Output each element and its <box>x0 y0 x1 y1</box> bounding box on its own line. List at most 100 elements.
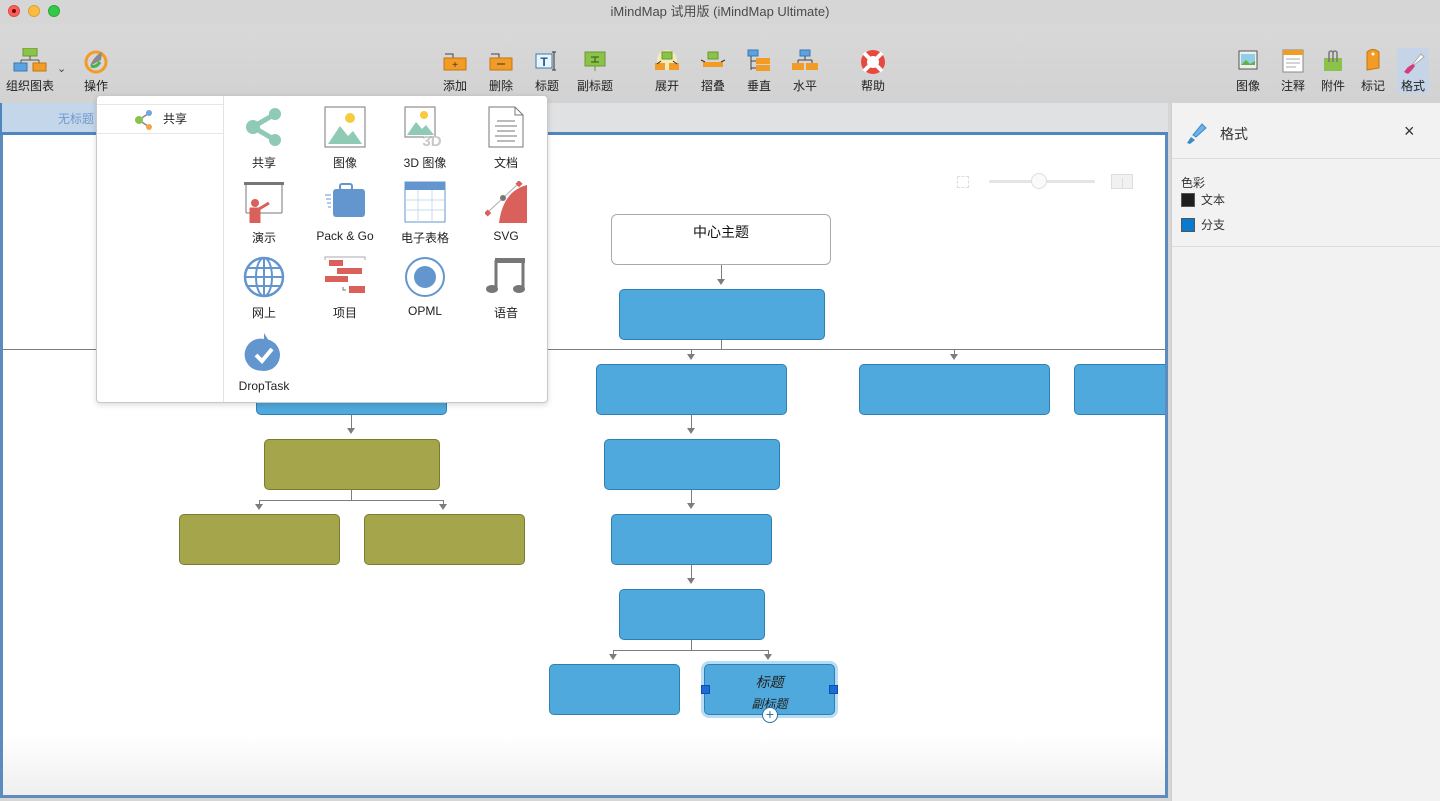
color-section: 色彩 文本 分支 <box>1172 159 1440 247</box>
connector <box>351 490 352 500</box>
branch-node[interactable] <box>619 589 765 640</box>
opml-icon <box>404 256 446 298</box>
music-note-icon <box>485 256 527 298</box>
branch-node[interactable] <box>859 364 1050 415</box>
connector <box>721 340 722 349</box>
help-button[interactable]: 帮助 <box>859 48 887 94</box>
format-panel-title: 格式 <box>1220 126 1248 142</box>
horizontal-layout-button[interactable]: 水平 <box>791 48 819 94</box>
add-button[interactable]: + 添加 <box>441 48 469 94</box>
share-item-svg[interactable]: SVG <box>466 180 546 243</box>
spreadsheet-icon <box>404 181 446 223</box>
globe-icon <box>243 256 285 298</box>
collapse-button[interactable]: 摺叠 <box>699 48 727 94</box>
share-item-droptask[interactable]: DropTask <box>224 331 304 393</box>
document-tab[interactable]: 无标题 <box>0 103 100 132</box>
branch-node[interactable] <box>604 439 780 490</box>
delete-branch-icon <box>487 48 515 74</box>
central-topic-node[interactable]: 中心主题 <box>611 214 831 265</box>
share-item-image[interactable]: 图像 <box>305 106 385 171</box>
add-child-icon[interactable]: + <box>762 707 778 723</box>
text-color-row[interactable]: 文本 <box>1181 191 1225 208</box>
minimize-window-button[interactable] <box>28 5 40 17</box>
markers-button[interactable]: 标记 <box>1359 48 1387 94</box>
branch-node-olive[interactable] <box>364 514 525 565</box>
text-color-swatch[interactable] <box>1181 193 1195 207</box>
resize-handle-left[interactable] <box>701 685 710 694</box>
notes-icon <box>1279 48 1307 74</box>
branch-node[interactable] <box>549 664 680 715</box>
svg-text:T: T <box>540 55 548 69</box>
title-button[interactable]: T 标题 <box>533 48 561 94</box>
connector <box>691 640 692 650</box>
share-item-pack-go[interactable]: Pack & Go <box>305 181 385 243</box>
share-item-spreadsheet[interactable]: 电子表格 <box>385 181 465 246</box>
vertical-layout-button[interactable]: 垂直 <box>745 48 773 94</box>
share-item-web[interactable]: 网上 <box>224 256 304 321</box>
notes-button[interactable]: 注释 <box>1279 48 1307 94</box>
format-button[interactable]: 格式 <box>1397 48 1429 94</box>
connector <box>691 415 692 429</box>
arrow-icon <box>609 654 617 660</box>
org-chart-button[interactable]: 组织图表 <box>6 47 55 94</box>
fit-to-screen-icon[interactable] <box>957 176 969 188</box>
close-window-button[interactable] <box>8 5 20 17</box>
branch-node[interactable] <box>619 289 825 340</box>
rocket-icon <box>82 48 110 74</box>
expand-button[interactable]: 展开 <box>653 48 681 94</box>
share-popover: 共享 共享 图像 3D 3D 图像 文档 演示 Pack & Go 电子表格 S… <box>96 95 548 403</box>
arrow-icon <box>687 503 695 509</box>
connector <box>351 415 352 429</box>
share-item-document[interactable]: 文档 <box>466 106 546 171</box>
arrow-icon <box>687 578 695 584</box>
connector <box>691 490 692 504</box>
branch-color-swatch[interactable] <box>1181 218 1195 232</box>
branch-node-olive[interactable] <box>179 514 340 565</box>
share-item-presentation[interactable]: 演示 <box>224 181 304 246</box>
arrow-icon <box>347 428 355 434</box>
arrow-icon <box>764 654 772 660</box>
org-chart-label: 组织图表 <box>6 79 55 93</box>
share-item-audio[interactable]: 语音 <box>466 256 546 321</box>
delete-button[interactable]: 删除 <box>487 48 515 94</box>
share-item-opml[interactable]: OPML <box>385 256 465 318</box>
share-item-project[interactable]: 项目 <box>305 256 385 321</box>
subtitle-button[interactable]: 副标题 <box>577 48 613 94</box>
share-item-3d-image[interactable]: 3D 3D 图像 <box>385 106 465 171</box>
maximize-window-button[interactable] <box>48 5 60 17</box>
gantt-icon <box>324 256 366 298</box>
share-category-item[interactable]: 共享 <box>97 104 223 134</box>
expand-icon <box>653 48 681 74</box>
branch-node[interactable] <box>611 514 772 565</box>
actions-button[interactable]: 操作 <box>82 48 110 94</box>
org-chart-icon <box>13 47 47 74</box>
arrow-icon <box>717 279 725 285</box>
share-category-list: 共享 <box>97 96 224 402</box>
layout-toggle-icon[interactable] <box>1111 174 1133 189</box>
node-title: 标题 <box>755 674 784 690</box>
share-item-share[interactable]: 共享 <box>224 106 304 171</box>
title-text-icon: T <box>533 48 561 74</box>
branch-color-row[interactable]: 分支 <box>1181 216 1225 233</box>
arrow-icon <box>687 354 695 360</box>
selected-branch-node[interactable]: 标题 副标题 + <box>701 664 838 723</box>
collapse-icon <box>699 48 727 74</box>
vertical-layout-icon <box>745 48 773 74</box>
actions-label: 操作 <box>83 79 108 93</box>
share-icon <box>243 106 285 148</box>
branch-node-olive[interactable] <box>264 439 440 490</box>
chevron-down-icon[interactable]: ⌄ <box>57 62 66 75</box>
branch-node[interactable] <box>596 364 787 415</box>
branch-node[interactable] <box>1074 364 1165 415</box>
close-panel-button[interactable]: × <box>1404 121 1415 142</box>
resize-handle-right[interactable] <box>829 685 838 694</box>
zoom-slider-knob[interactable] <box>1031 173 1047 189</box>
image-button[interactable]: 图像 <box>1234 48 1262 94</box>
arrow-icon <box>687 428 695 434</box>
image-3d-icon: 3D <box>404 106 446 150</box>
arrow-icon <box>439 504 447 510</box>
svg-text:3D: 3D <box>422 133 441 148</box>
attachments-button[interactable]: 附件 <box>1319 48 1347 94</box>
zoom-control <box>953 170 1138 194</box>
connector <box>691 565 692 579</box>
